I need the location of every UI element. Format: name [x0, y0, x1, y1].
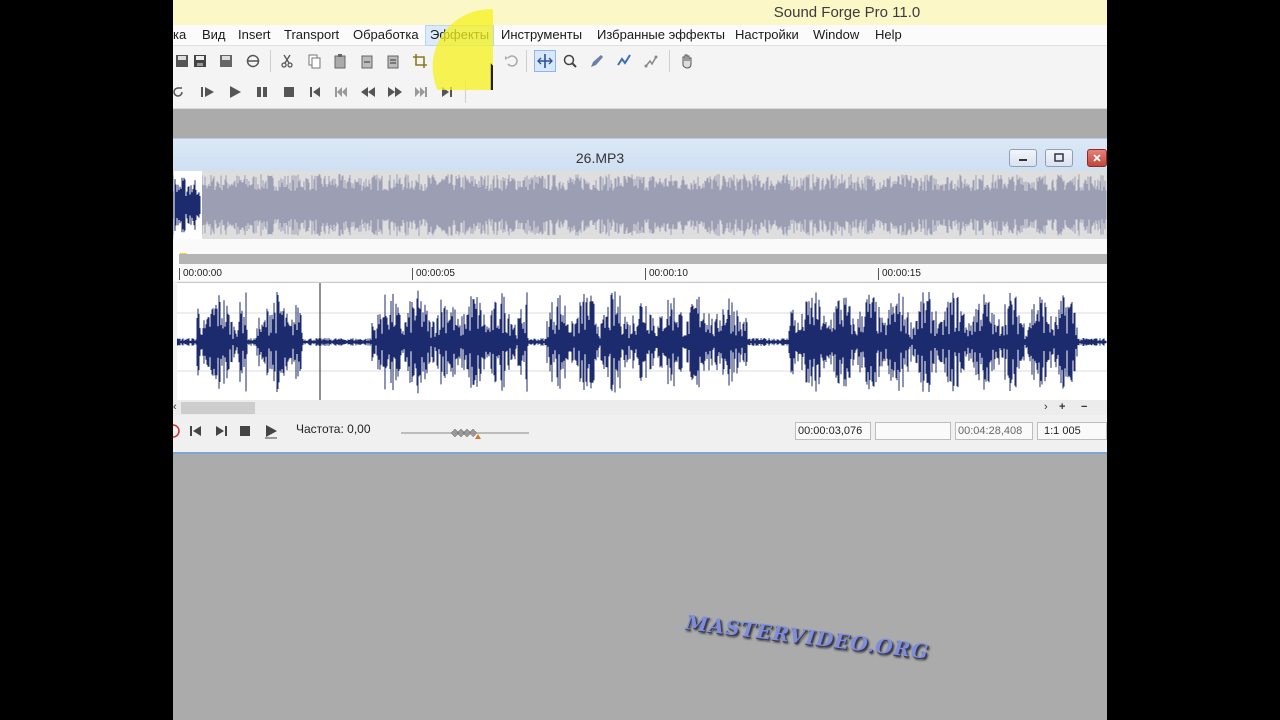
minimize-icon — [1019, 159, 1027, 161]
rewind-icon[interactable] — [357, 81, 379, 103]
menu-item-help[interactable]: Help — [871, 25, 906, 46]
paste-special-icon[interactable] — [356, 50, 378, 72]
ruler-tick-label: 00:00:15 — [878, 268, 921, 280]
zoom-ratio-field[interactable]: 1:1 005 — [1037, 422, 1107, 440]
menu-item-view[interactable]: Вид — [198, 25, 230, 46]
pencil-tool-icon[interactable] — [586, 50, 608, 72]
copy-icon[interactable] — [303, 50, 325, 72]
minimize-button[interactable] — [1009, 149, 1037, 167]
ruler-tick-label: 00:00:00 — [179, 268, 222, 280]
record-icon[interactable] — [173, 423, 181, 439]
stop-icon[interactable] — [237, 423, 253, 439]
edit-tool-icon[interactable] — [534, 50, 556, 72]
mouse-cursor-icon — [432, 9, 493, 90]
overview-waveform[interactable] — [173, 171, 1107, 239]
waveform-graphic — [176, 283, 1107, 401]
save-icon[interactable] — [189, 50, 211, 72]
time-ruler[interactable]: 00:00:00 00:00:05 00:00:10 00:00:15 — [173, 239, 1107, 281]
document-titlebar[interactable]: 26.MP3 — [173, 138, 1107, 171]
go-to-start-icon[interactable] — [188, 423, 204, 439]
menu-item-file[interactable]: ка — [173, 25, 190, 46]
render-icon[interactable] — [242, 50, 264, 72]
scroll-right-icon[interactable]: › — [1044, 400, 1048, 415]
play-icon[interactable] — [224, 81, 246, 103]
frequency-slider[interactable] — [401, 427, 529, 439]
maximize-button[interactable] — [1045, 149, 1073, 167]
zoom-out-icon[interactable]: − — [1081, 400, 1087, 415]
hand-icon[interactable] — [676, 50, 698, 72]
menu-item-window[interactable]: Window — [809, 25, 863, 46]
document-window: 26.MP3 00:00:00 00:00:05 00:00:10 00:00:… — [173, 138, 1107, 454]
ruler-tick-label: 00:00:10 — [645, 268, 688, 280]
magnify-tool-icon[interactable] — [559, 50, 581, 72]
close-icon — [1093, 154, 1101, 162]
document-title: 26.MP3 — [575, 150, 625, 166]
loop-icon[interactable] — [173, 81, 189, 103]
menu-item-options[interactable]: Настройки — [731, 25, 803, 46]
sound-forge-window: Sound Forge Pro 11.0 ка Вид Insert Trans… — [173, 0, 1107, 720]
envelope-tool-icon[interactable] — [613, 50, 635, 72]
go-to-start-icon[interactable] — [304, 81, 326, 103]
maximize-icon — [1054, 153, 1064, 162]
cursor-position-field[interactable]: 00:00:03,076 — [795, 422, 871, 440]
zoom-in-icon[interactable]: + — [1059, 400, 1065, 415]
menu-item-favorite-effects[interactable]: Избранные эффекты — [593, 25, 729, 46]
pause-icon[interactable] — [251, 81, 273, 103]
paste-icon[interactable] — [329, 50, 351, 72]
menu-item-transport[interactable]: Transport — [280, 25, 343, 46]
menu-item-insert[interactable]: Insert — [234, 25, 275, 46]
toolbar-separator — [270, 50, 271, 72]
selection-field[interactable] — [875, 422, 951, 440]
undo-icon[interactable] — [500, 50, 522, 72]
marker-bar[interactable] — [179, 254, 1107, 264]
cut-icon[interactable] — [276, 50, 298, 72]
document-status-bar: Частота: 0,00 00:00:03,076 00:04:28,408 … — [173, 418, 1107, 442]
previous-icon[interactable] — [330, 81, 352, 103]
toolbar-separator — [669, 50, 670, 72]
mix-icon[interactable] — [382, 50, 404, 72]
overview-waveform-graphic — [173, 171, 1107, 239]
toolbar-separator — [526, 50, 527, 72]
event-tool-icon[interactable] — [640, 50, 662, 72]
play-all-icon[interactable] — [197, 81, 219, 103]
app-title: Sound Forge Pro 11.0 — [773, 4, 921, 21]
title-bar: Sound Forge Pro 11.0 — [173, 0, 1107, 25]
stop-icon[interactable] — [278, 81, 300, 103]
horizontal-scrollbar[interactable]: ‹ › + − — [173, 400, 1107, 415]
menu-item-tools[interactable]: Инструменты — [497, 25, 586, 46]
toolbars — [173, 46, 1107, 109]
frequency-label: Частота: 0,00 — [296, 422, 371, 436]
close-button[interactable] — [1087, 149, 1107, 167]
ruler-tick-label: 00:00:05 — [412, 268, 455, 280]
go-to-end-icon[interactable] — [213, 423, 229, 439]
play-icon[interactable] — [263, 423, 279, 439]
scroll-thumb[interactable] — [181, 402, 255, 414]
length-field[interactable]: 00:04:28,408 — [955, 422, 1033, 440]
waveform-display[interactable] — [176, 282, 1107, 401]
scroll-left-icon[interactable]: ‹ — [173, 400, 177, 415]
save-as-icon[interactable] — [215, 50, 237, 72]
menu-bar: ка Вид Insert Transport Обработка Эффект… — [173, 25, 1107, 46]
